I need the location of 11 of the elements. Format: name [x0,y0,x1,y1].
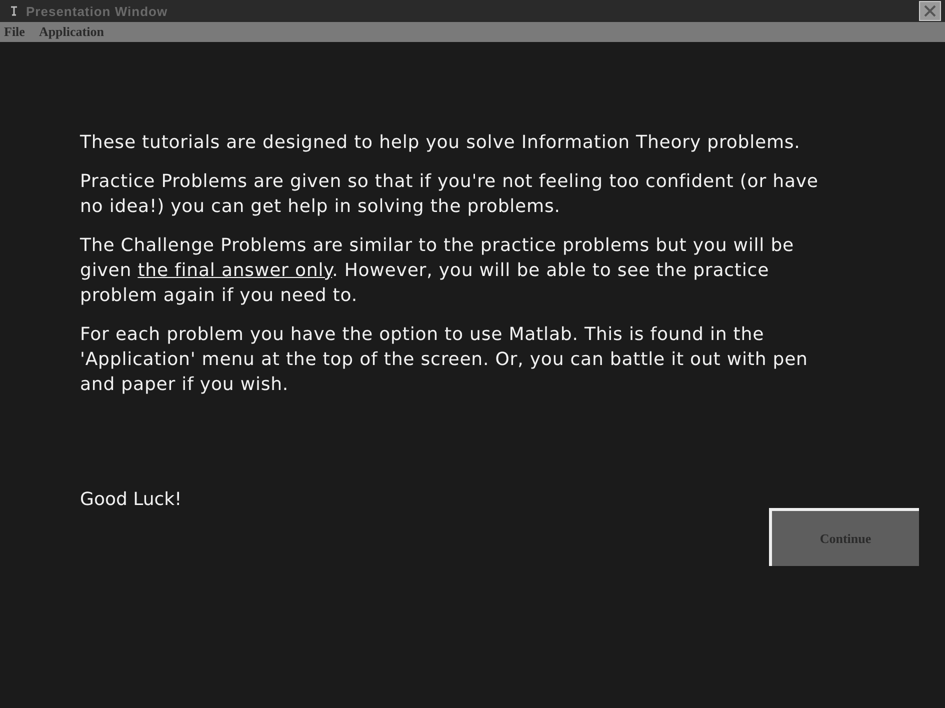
paragraph: The Challenge Problems are similar to the practice problems but you will be given the final answer only. However, you will be able to see the practice problem again if you need to. [80,234,795,308]
menu-item[interactable]: File [4,24,25,40]
paragraph: These tutorials are designed to help you solve Information Theory problems. [80,131,802,155]
app-icon [10,5,18,17]
window-title: Presentation Window [26,4,168,18]
close-icon [923,4,937,18]
close-button[interactable] [919,1,941,21]
menu-item[interactable]: Application [38,24,104,40]
paragraph: Practice Problems are given so that if you're not feeling too confident (or have no idea!) you can get help in solving the problems. [80,170,820,219]
paragraph: For each problem you have the option to use Matlab. This is found in the 'Application' menu at the top of the screen. Or, you can battle it out with pen and paper if you wish. [80,323,809,397]
closing-text: Good Luck! [80,489,183,510]
